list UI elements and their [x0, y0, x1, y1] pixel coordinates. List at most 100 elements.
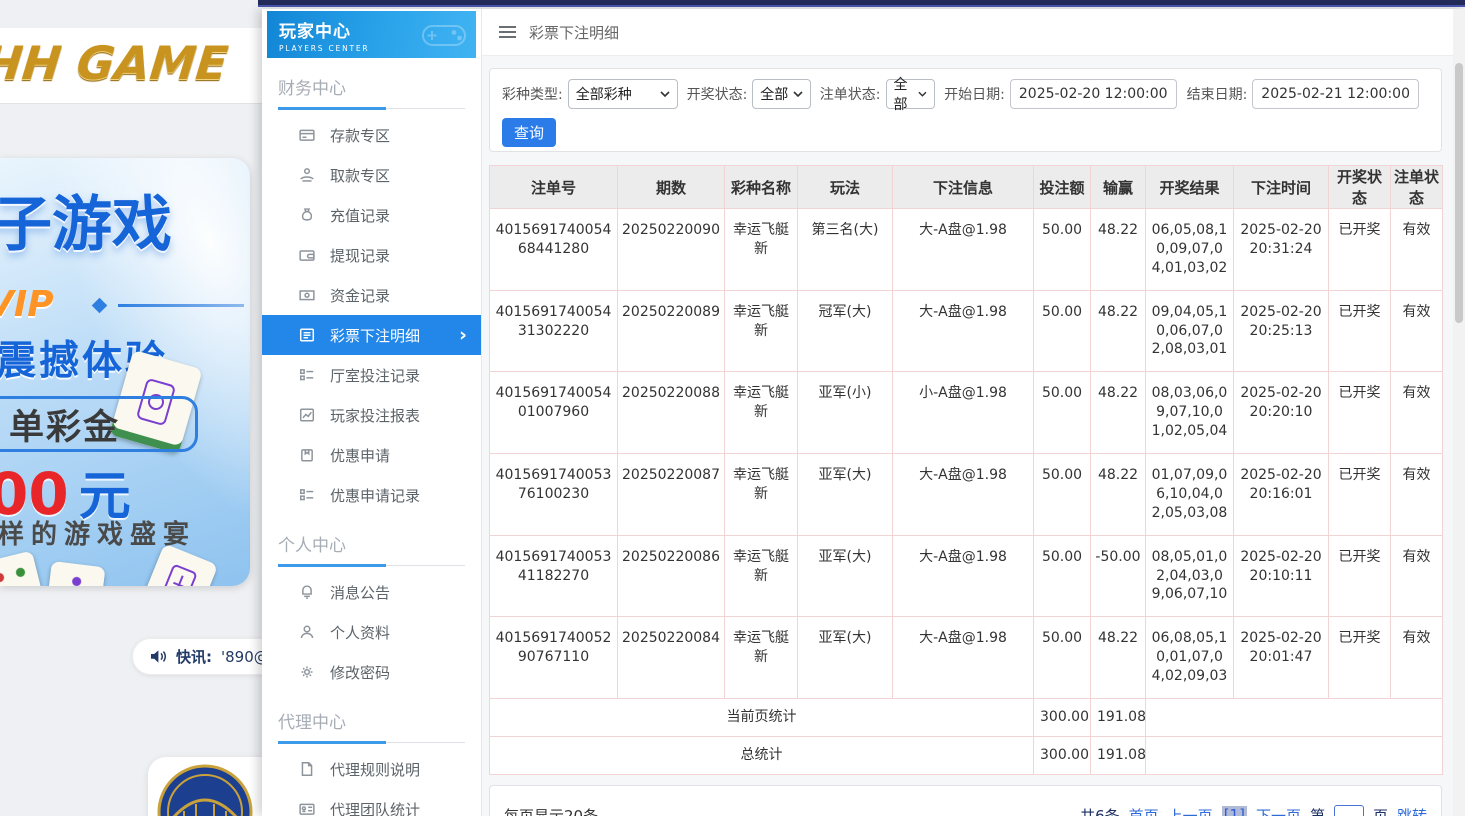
- scrollbar-track[interactable]: [1453, 9, 1465, 816]
- banner-headline: 子游戏: [0, 176, 172, 263]
- list-check-icon: [299, 487, 315, 503]
- table-cell: 20250220087: [618, 454, 725, 536]
- table-cell: 有效: [1391, 290, 1443, 372]
- lottery-type-value: 全部彩种: [576, 84, 632, 104]
- sidebar-item[interactable]: 存款专区: [262, 115, 481, 155]
- main-topbar: 彩票下注明细: [482, 9, 1465, 56]
- table-cell: 亚军(大): [798, 617, 893, 699]
- table-row: 40156917400543130222020250220089幸运飞艇新冠军(…: [490, 290, 1443, 372]
- current-page-indicator[interactable]: [1]: [1222, 806, 1247, 816]
- table-cell: 48.22: [1091, 290, 1146, 372]
- table-header-row: 注单号期数彩种名称玩法下注信息投注额输赢开奖结果下注时间开奖状态注单状态: [490, 166, 1443, 209]
- table-cell: 401569174005341182270: [490, 535, 618, 617]
- first-page-link[interactable]: 首页: [1129, 805, 1159, 816]
- table-cell: 50.00: [1034, 290, 1091, 372]
- sidebar-item[interactable]: 代理规则说明: [262, 749, 481, 789]
- table-cell: 48.22: [1091, 617, 1146, 699]
- sidebar-item[interactable]: 玩家投注报表: [262, 395, 481, 435]
- scrollbar-thumb[interactable]: [1455, 63, 1463, 323]
- banner-divider-line: [118, 304, 244, 307]
- table-cell: 01,07,09,06,10,04,02,05,03,08: [1146, 454, 1234, 536]
- lottery-type-label: 彩种类型:: [502, 84, 563, 104]
- order-status-value: 全部: [894, 74, 919, 114]
- speaker-icon: [149, 649, 167, 664]
- table-cell: 48.22: [1091, 454, 1146, 536]
- table-cell: 大-A盘@1.98: [893, 209, 1034, 291]
- summary-bet-total: 300.00: [1034, 699, 1091, 737]
- prev-page-link[interactable]: 上一页: [1168, 805, 1213, 816]
- draw-status-select[interactable]: 全部: [752, 79, 811, 109]
- id-card-icon: [299, 801, 315, 816]
- table-header-cell: 输赢: [1091, 166, 1146, 209]
- table-cell: 已开奖: [1329, 290, 1391, 372]
- sidebar-item[interactable]: 个人资料: [262, 612, 481, 652]
- end-date-input[interactable]: 2025-02-21 12:00:00: [1252, 79, 1419, 109]
- sidebar-item[interactable]: 彩票下注明细›: [262, 315, 481, 355]
- list-detail-icon: [299, 327, 315, 343]
- table-header-cell: 开奖结果: [1146, 166, 1234, 209]
- table-cell: 2025-02-20 20:20:10: [1234, 372, 1329, 454]
- bell-icon: [299, 584, 315, 600]
- table-cell: 20250220086: [618, 535, 725, 617]
- jump-link[interactable]: 跳转: [1397, 805, 1427, 816]
- sidebar-item[interactable]: 优惠申请: [262, 435, 481, 475]
- table-cell: 亚军(大): [798, 454, 893, 536]
- table-row: 40156917400534118227020250220086幸运飞艇新亚军(…: [490, 535, 1443, 617]
- sidebar-item[interactable]: 取款专区: [262, 155, 481, 195]
- table-cell: 已开奖: [1329, 617, 1391, 699]
- chevron-down-icon: [918, 91, 927, 97]
- page: HH GAME 子游戏 VIP 震撼体验 单彩金 00元 样的游戏盛宴: [0, 0, 1465, 816]
- table-cell: 幸运飞艇新: [725, 617, 798, 699]
- table-row: 40156917400529076711020250220084幸运飞艇新亚军(…: [490, 617, 1443, 699]
- hand-coin-icon: [299, 167, 315, 183]
- search-button[interactable]: 查询: [502, 118, 556, 147]
- sidebar-item[interactable]: 厅室投注记录: [262, 355, 481, 395]
- bets-table: 注单号期数彩种名称玩法下注信息投注额输赢开奖结果下注时间开奖状态注单状态 401…: [489, 165, 1443, 775]
- sidebar-item[interactable]: 修改密码: [262, 652, 481, 692]
- sidebar-section-title: 代理中心: [262, 704, 481, 741]
- table-cell: 已开奖: [1329, 209, 1391, 291]
- sidebar-item[interactable]: 代理团队统计: [262, 789, 481, 816]
- summary-empty: [1146, 699, 1443, 737]
- table-cell: 401569174005290767110: [490, 617, 618, 699]
- list-check-icon: [299, 367, 315, 383]
- sidebar-item[interactable]: 充值记录: [262, 195, 481, 235]
- start-date-input[interactable]: 2025-02-20 12:00:00: [1010, 79, 1177, 109]
- mahjong-tile: [0, 550, 47, 586]
- sidebar-item[interactable]: 优惠申请记录: [262, 475, 481, 515]
- sidebar-item-label: 彩票下注明细: [330, 325, 420, 346]
- table-cell: 有效: [1391, 535, 1443, 617]
- table-cell: 已开奖: [1329, 454, 1391, 536]
- coupon-icon: [299, 447, 315, 463]
- section-underline: [278, 564, 465, 567]
- promo-banner[interactable]: 子游戏 VIP 震撼体验 单彩金 00元 样的游戏盛宴: [0, 158, 250, 586]
- sidebar-section-title: 财务中心: [262, 70, 481, 107]
- hamburger-menu-icon[interactable]: [499, 26, 516, 38]
- next-page-link[interactable]: 下一页: [1256, 805, 1301, 816]
- table-cell: 2025-02-20 20:16:01: [1234, 454, 1329, 536]
- start-date-label: 开始日期:: [944, 84, 1005, 104]
- main-content: 彩种类型: 全部彩种 开奖状态: 全部 注单状态: 全部: [482, 56, 1465, 816]
- table-cell: 有效: [1391, 372, 1443, 454]
- table-cell: 幸运飞艇新: [725, 209, 798, 291]
- table-cell: 401569174005468441280: [490, 209, 618, 291]
- summary-label: 总统计: [490, 737, 1034, 775]
- page-jump-input[interactable]: [1334, 805, 1364, 816]
- table-cell: 亚军(小): [798, 372, 893, 454]
- lottery-type-select[interactable]: 全部彩种: [568, 79, 678, 109]
- banner-bonus-box: 单彩金: [0, 396, 198, 452]
- sidebar-section-title: 个人中心: [262, 527, 481, 564]
- sidebar-item[interactable]: 提现记录: [262, 235, 481, 275]
- table-cell: 大-A盘@1.98: [893, 617, 1034, 699]
- sidebar-menu: 财务中心存款专区取款专区充值记录提现记录资金记录彩票下注明细›厅室投注记录玩家投…: [262, 70, 481, 816]
- table-cell: 2025-02-20 20:01:47: [1234, 617, 1329, 699]
- table-cell: 48.22: [1091, 372, 1146, 454]
- sidebar-item[interactable]: 消息公告: [262, 572, 481, 612]
- pagination-bar: 每页显示20条 共6条 首页 上一页 [1] 下一页 第 页 跳转: [489, 785, 1442, 816]
- table-cell: 大-A盘@1.98: [893, 535, 1034, 617]
- order-status-select[interactable]: 全部: [886, 79, 936, 109]
- table-header-cell: 注单号: [490, 166, 618, 209]
- sidebar-item[interactable]: 资金记录: [262, 275, 481, 315]
- table-cell: 09,04,05,10,06,07,02,08,03,01: [1146, 290, 1234, 372]
- table-header-cell: 开奖状态: [1329, 166, 1391, 209]
